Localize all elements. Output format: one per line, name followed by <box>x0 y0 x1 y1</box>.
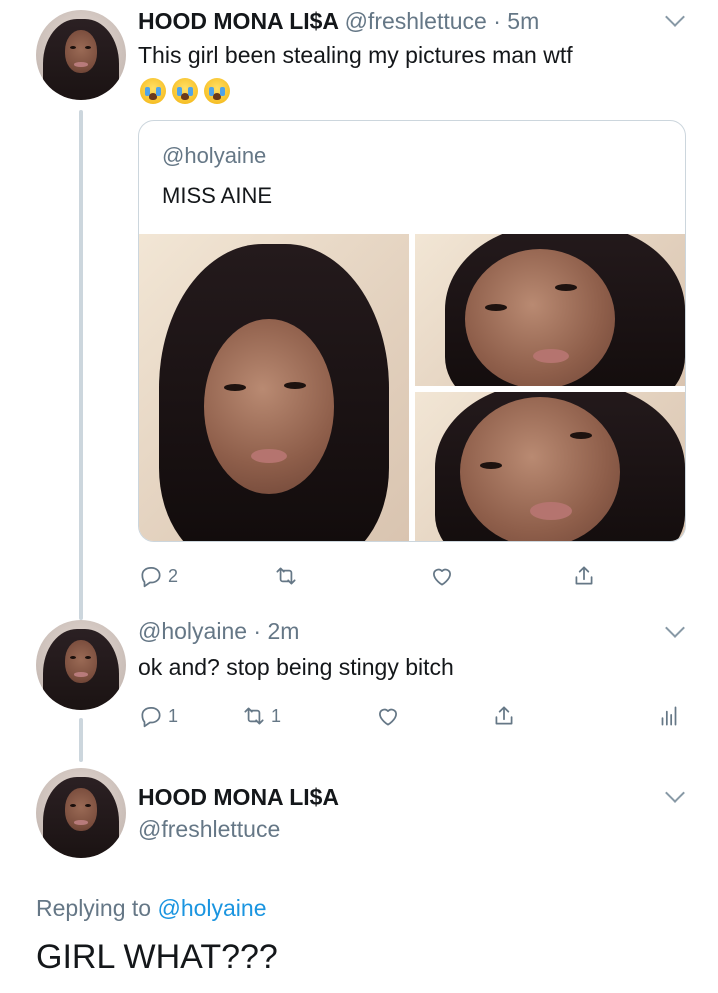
retweet-icon <box>244 707 264 725</box>
loudly-crying-face-icon <box>172 78 198 104</box>
analytics-icon <box>661 706 677 726</box>
retweet-count: 1 <box>271 705 282 726</box>
avatar[interactable] <box>36 620 126 710</box>
tweet-actions: 2 <box>138 563 608 593</box>
reply-count: 2 <box>168 565 179 586</box>
retweet-icon <box>276 567 296 585</box>
media-photo[interactable] <box>139 234 409 541</box>
reply-count: 1 <box>168 705 179 726</box>
author-handle[interactable]: @freshlettuce <box>138 816 280 843</box>
share-button[interactable] <box>571 563 597 589</box>
reply-icon <box>141 567 161 588</box>
tweet-text: GIRL WHAT??? <box>36 938 278 976</box>
chevron-down-icon[interactable] <box>665 618 685 638</box>
emoji-row <box>140 78 230 104</box>
media-photo[interactable] <box>415 392 685 541</box>
separator-dot: · <box>493 8 501 34</box>
like-button[interactable] <box>375 703 401 729</box>
share-icon <box>575 566 593 585</box>
avatar[interactable] <box>36 768 126 858</box>
analytics-button[interactable] <box>656 703 682 729</box>
media-photo[interactable] <box>415 234 685 386</box>
retweet-button[interactable] <box>273 563 299 589</box>
tweet-author-line: HOOD MONA LI$A @freshlettuce · 5m <box>138 8 539 35</box>
thread-line <box>79 110 83 620</box>
quoted-handle: @holyaine <box>162 143 267 168</box>
display-name[interactable]: HOOD MONA LI$A <box>138 784 339 811</box>
reply-button[interactable]: 2 <box>138 563 178 589</box>
share-icon <box>495 706 513 725</box>
replying-to-handle[interactable]: @holyaine <box>157 895 266 921</box>
author-handle[interactable]: @freshlettuce <box>345 8 487 34</box>
share-button[interactable] <box>491 703 517 729</box>
tweet-text: ok and? stop being stingy bitch <box>138 654 454 680</box>
separator-dot: · <box>253 618 262 644</box>
tweet-author-line: @holyaine · 2m <box>138 618 299 645</box>
like-button[interactable] <box>429 563 455 589</box>
retweet-button[interactable]: 1 <box>241 703 281 729</box>
reply-button[interactable]: 1 <box>138 703 178 729</box>
heart-icon <box>433 568 451 586</box>
replying-to-label: Replying to <box>36 895 152 921</box>
heart-icon <box>379 708 397 726</box>
chevron-down-icon[interactable] <box>665 7 685 27</box>
timestamp[interactable]: 2m <box>267 618 299 644</box>
replying-to-line: Replying to @holyaine <box>36 895 267 922</box>
loudly-crying-face-icon <box>204 78 230 104</box>
thread-line <box>79 718 83 762</box>
display-name[interactable]: HOOD MONA LI$A <box>138 8 338 34</box>
reply-icon <box>141 707 161 728</box>
quoted-text: MISS AINE <box>162 183 273 208</box>
avatar[interactable] <box>36 10 126 100</box>
tweet-text: This girl been stealing my pictures man … <box>138 42 573 68</box>
timestamp[interactable]: 5m <box>507 8 539 34</box>
loudly-crying-face-icon <box>140 78 166 104</box>
chevron-down-icon[interactable] <box>665 783 685 803</box>
tweet-actions: 1 1 <box>138 703 698 733</box>
quoted-tweet-card[interactable]: @holyaine MISS AINE <box>138 120 686 542</box>
author-handle[interactable]: @holyaine <box>138 618 247 644</box>
